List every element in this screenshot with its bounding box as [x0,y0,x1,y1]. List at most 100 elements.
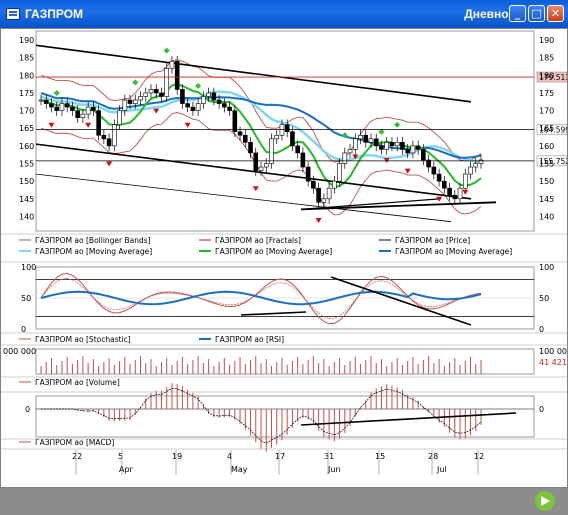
candle-body [132,99,138,104]
candle-body [442,180,447,189]
volume-tick-right: 100 000 [539,347,567,356]
candle-body [394,142,400,147]
close-button[interactable]: ✕ [547,5,564,22]
legend-label: ГАЗПРОМ ao [Volume] [35,378,120,387]
candle-body [368,138,374,143]
candle-body [473,163,479,168]
osc-tick-left: 50 [21,294,31,303]
x-month-label: May [231,465,248,474]
chart-canvas[interactable]: 179.513164.599155.752 190 190185 185180 180… [1,29,568,487]
candle-body [180,89,185,104]
x-day-label: 28 [428,452,438,461]
candle-body [253,152,259,171]
x-day-label: 5 [118,452,123,461]
candle-body [248,142,253,154]
x-day-label: 17 [275,452,285,461]
candle-body [421,149,426,161]
candle-body [159,92,164,97]
price-tick-right: 170 [539,107,554,116]
candle-body [321,198,327,203]
candle-body [164,67,170,97]
volume-plot-frame [35,348,535,375]
candle-body [211,92,217,101]
candle-body [316,187,321,203]
candle-body [436,173,442,182]
volume-tick-right-value: 41 421 3 [539,358,567,367]
price-tick-right: 145 [539,195,554,204]
price-tick-left: 165 [19,124,34,133]
candle-body [237,131,243,136]
osc-tick-right: 50 [539,294,549,303]
price-tick-left: 180 [19,71,34,80]
play-icon [535,491,555,511]
price-tick-left: 170 [19,107,34,116]
price-tick-left: 160 [19,142,34,151]
candle-body [185,103,190,108]
chart-area[interactable]: 179.513 164.599 155.752 190 190 185 185 180 180… [0,28,568,488]
candle-body [290,131,295,147]
x-day-label: 22 [72,452,82,461]
legend-label: ГАЗПРОМ ao [Moving Average] [395,247,512,256]
candle-body [332,180,337,189]
osc-tick-left: 100 [21,263,36,272]
legend-label: ГАЗПРОМ ao [Moving Average] [35,247,152,256]
candle-body [70,106,75,111]
price-tick-left: 185 [19,54,34,63]
candle-body [227,106,232,111]
candle-body [101,134,107,140]
price-tick-right: 175 [539,89,554,98]
price-tick-left: 150 [19,177,34,186]
candle-body [415,145,421,150]
candle-body [96,110,101,136]
candle-body [169,60,175,69]
candle-body [127,99,133,104]
candle-body [431,166,437,175]
maximize-button[interactable]: □ [528,5,545,22]
x-axis: 22 5 19 4 17 31 15 28 12 Apr May Jun Jul [72,450,484,475]
legend-label: ГАЗПРОМ ao [Moving Average] [215,247,332,256]
candle-body [138,96,143,101]
x-day-label: 12 [474,452,484,461]
price-tick-left: 175 [19,89,34,98]
candle-body [300,152,306,168]
candle-body [452,194,458,200]
x-month-label: Jul [436,465,447,474]
candle-body [75,110,80,118]
candle-body [379,145,384,150]
price-tick-left: 145 [19,195,34,204]
candle-body [347,149,353,154]
candle-body [405,149,410,154]
candle-body [363,134,369,143]
candle-body [80,113,86,118]
candle-body [468,166,473,175]
candle-body [148,89,154,94]
candle-body [258,166,264,171]
x-day-label: 15 [375,452,385,461]
candle-body [174,60,180,90]
clip2net-logo[interactable] [535,491,558,511]
candle-body [295,145,300,154]
price-tick-right: 180 [539,71,554,80]
candle-body [400,142,405,150]
legend-label: ГАЗПРОМ ao [Bollinger Bands] [35,236,151,245]
price-tick-right: 190 [539,36,554,45]
candle-body [242,134,248,143]
price-tick-left: 190 [19,36,34,45]
candle-body [447,187,452,196]
minimize-button[interactable]: _ [509,5,526,22]
candle-body [112,124,117,147]
candle-body [337,163,342,182]
price-tick-right: 165 [539,124,554,133]
candle-body [410,145,416,154]
candle-body [342,152,348,164]
candle-body [54,106,60,111]
candle-body [384,142,390,150]
candle-body [117,110,122,126]
x-day-label: 19 [172,452,182,461]
candle-body [91,106,96,111]
candle-body [59,103,65,111]
macd-tick-left: 0 [25,405,30,414]
title-bar[interactable]: ГАЗПРОМ Дневной _ □ ✕ [0,0,568,28]
legend-label: ГАЗПРОМ ao [MACD] [35,438,114,447]
price-tick-right: 160 [539,142,554,151]
